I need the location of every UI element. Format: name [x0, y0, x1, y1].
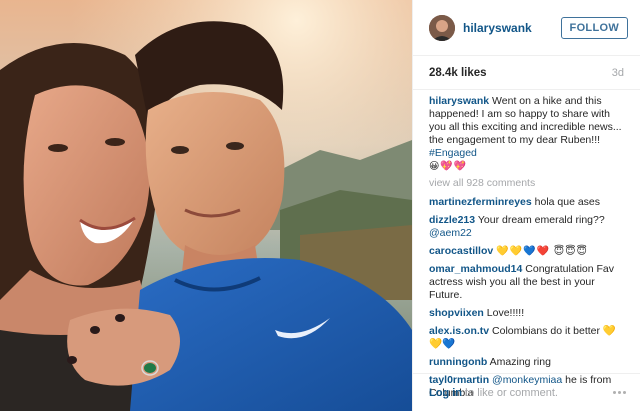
instagram-post: hilaryswank FOLLOW 28.4k likes 3d hilary… [0, 0, 640, 411]
comment-mention[interactable]: @aem22 [429, 227, 472, 239]
comment-username[interactable]: dizzle213 [429, 214, 475, 226]
comment-text: Your dream emerald ring?? [477, 214, 605, 226]
comment-item: martinezferminreyes hola que ases [429, 196, 628, 209]
post-username[interactable]: hilaryswank [463, 21, 561, 35]
caption-hashtag[interactable]: #Engaged [429, 147, 477, 159]
comments-list: hilaryswank Went on a hike and this happ… [413, 90, 640, 400]
login-link[interactable]: Log in [429, 387, 462, 399]
comment-text: 💛💛💙❤️ 😇😇😇 [496, 246, 588, 257]
post-time[interactable]: 3d [612, 67, 624, 79]
comment-text: hola que ases [534, 196, 601, 208]
comment-text: Love!!!!! [486, 307, 525, 319]
view-all-comments-link[interactable]: view all 928 comments [429, 177, 628, 190]
more-options-icon[interactable] [613, 391, 626, 394]
comment-username[interactable]: carocastillov [429, 245, 493, 257]
comment-item: carocastillov 💛💛💙❤️ 😇😇😇 [429, 245, 628, 258]
comment-username[interactable]: alex.is.on.tv [429, 325, 489, 337]
login-prompt-text: to like or comment. [462, 386, 558, 399]
comment-username[interactable]: shopviixen [429, 307, 484, 319]
login-prompt: Log in to like or comment. [429, 387, 558, 399]
comment-username[interactable]: runningonb [429, 356, 487, 368]
post-photo[interactable] [0, 0, 412, 411]
caption-emoji: 😀💖💖 [429, 161, 468, 172]
post-caption: hilaryswank Went on a hike and this happ… [429, 95, 628, 173]
avatar[interactable] [429, 14, 455, 41]
comment-username[interactable]: omar_mahmoud14 [429, 263, 522, 275]
comment-item: shopviixen Love!!!!! [429, 307, 628, 320]
likes-count[interactable]: 28.4k likes [429, 67, 487, 79]
comment-item: dizzle213 Your dream emerald ring?? @aem… [429, 214, 628, 240]
post-sidebar: hilaryswank FOLLOW 28.4k likes 3d hilary… [412, 0, 640, 411]
comment-item: omar_mahmoud14 Congratulation Fav actres… [429, 263, 628, 302]
comment-item: alex.is.on.tv Colombians do it better 💛💛… [429, 325, 628, 351]
post-header: hilaryswank FOLLOW [413, 0, 640, 56]
caption-username[interactable]: hilaryswank [429, 95, 489, 107]
follow-button[interactable]: FOLLOW [560, 16, 628, 39]
post-footer: Log in to like or comment. [413, 373, 640, 411]
comment-username[interactable]: martinezferminreyes [429, 196, 532, 208]
couple-selfie-image [0, 0, 412, 411]
post-meta: 28.4k likes 3d [413, 56, 640, 90]
comment-text: Amazing ring [489, 356, 551, 368]
comment-item: runningonb Amazing ring [429, 356, 628, 369]
